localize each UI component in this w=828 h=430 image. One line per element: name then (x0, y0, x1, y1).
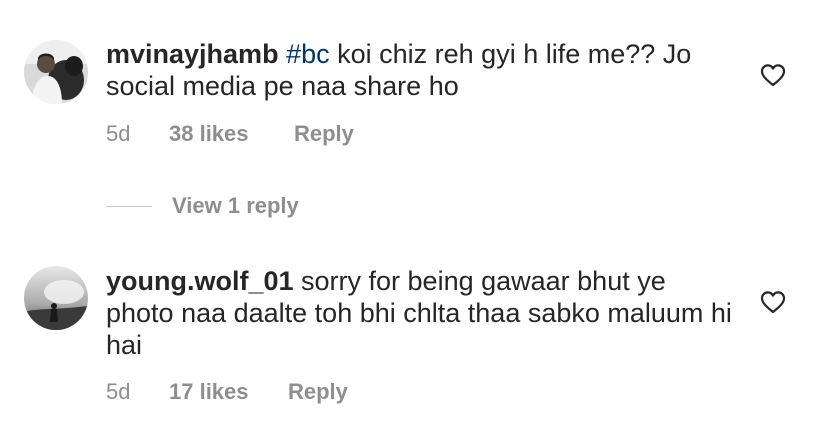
comment-age: 5d (106, 121, 131, 146)
comment-text: mvinayjhamb #bc koi chiz reh gyi h life … (106, 38, 736, 102)
view-replies-label: View 1 reply (172, 193, 299, 218)
profile-photo-icon (24, 40, 88, 104)
comment-username[interactable]: young.wolf_01 (106, 266, 294, 296)
hashtag-link[interactable]: #bc (286, 39, 330, 69)
likes-count[interactable]: 38 likes (169, 121, 249, 147)
profile-photo-icon (24, 266, 88, 330)
replies-divider (106, 206, 152, 207)
comment-username[interactable]: mvinayjhamb (106, 39, 279, 69)
avatar[interactable] (24, 266, 88, 330)
comment-item: young.wolf_01 sorry for being gawaar bhu… (0, 250, 828, 430)
reply-button[interactable]: Reply (288, 379, 348, 405)
heart-outline-icon[interactable] (760, 63, 786, 87)
comment-item: mvinayjhamb #bc koi chiz reh gyi h life … (0, 0, 828, 190)
avatar[interactable] (24, 40, 88, 104)
likes-count[interactable]: 17 likes (169, 379, 249, 405)
comment-age: 5d (106, 379, 131, 404)
heart-outline-icon[interactable] (760, 290, 786, 314)
comment-text: young.wolf_01 sorry for being gawaar bhu… (106, 265, 736, 361)
reply-button[interactable]: Reply (294, 121, 354, 147)
